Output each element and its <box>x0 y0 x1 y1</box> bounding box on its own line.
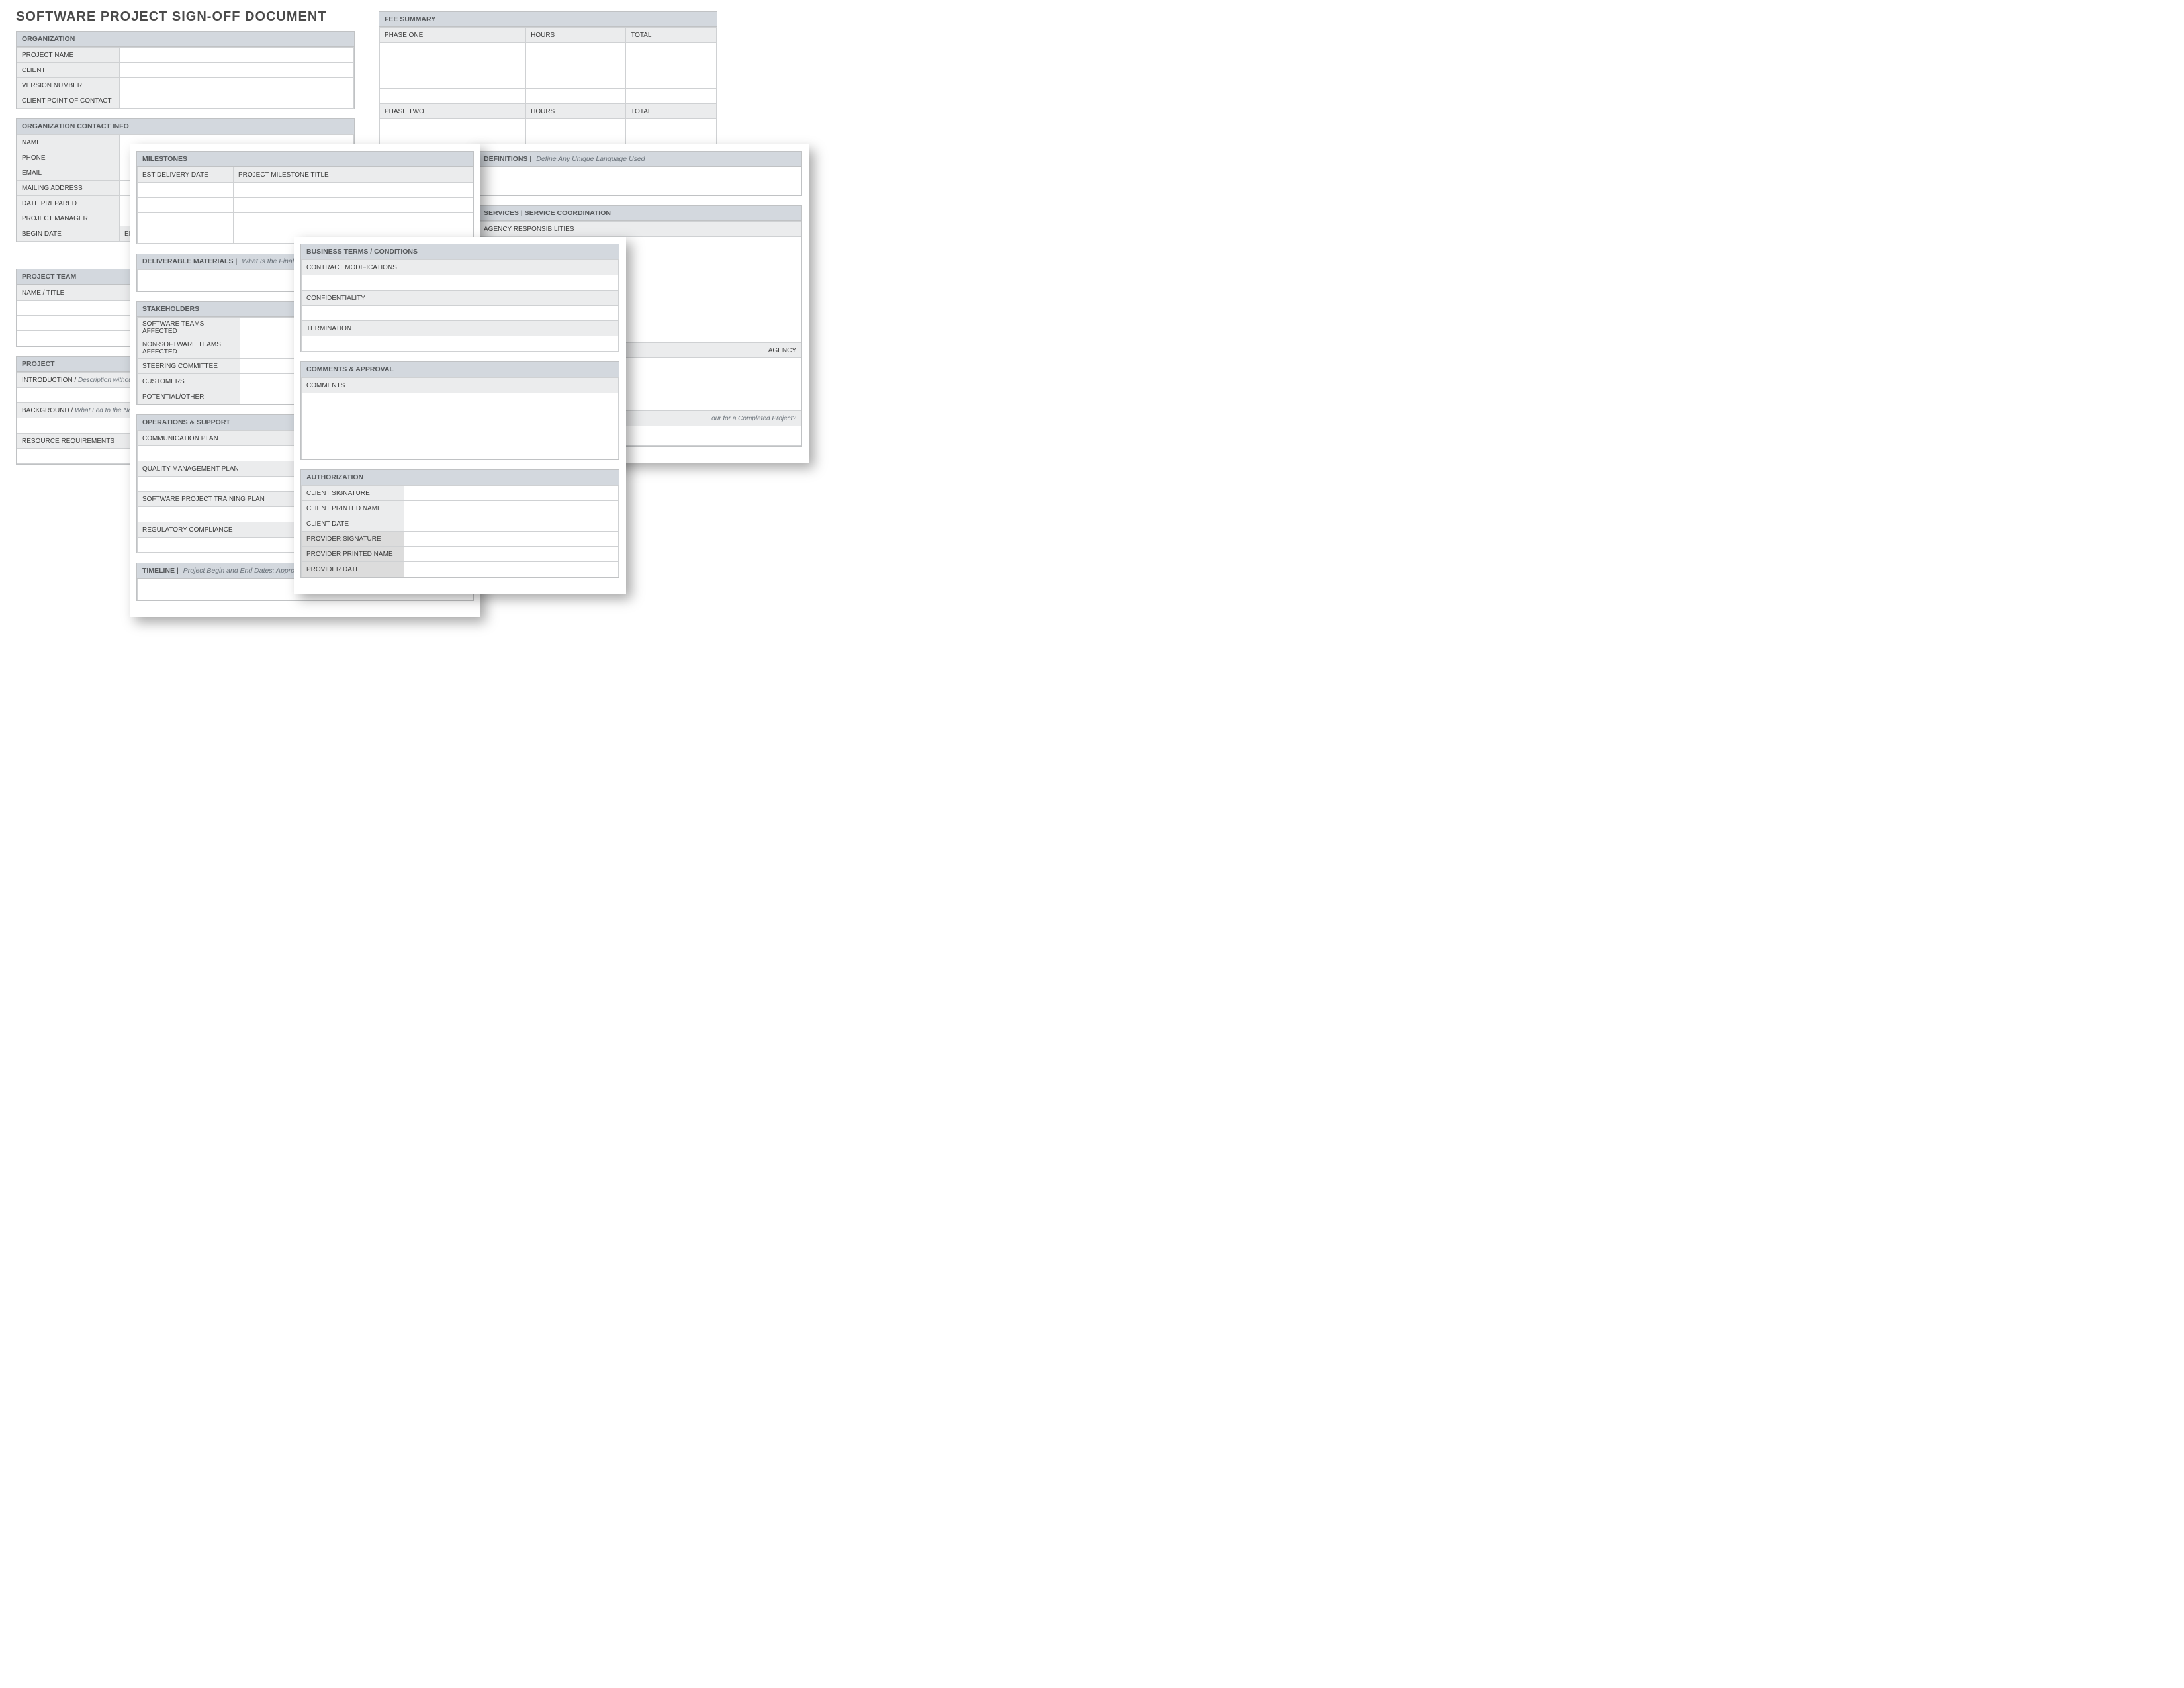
stake-row-4: POTENTIAL/OTHER <box>138 389 240 404</box>
row-client-poc: CLIENT POINT OF CONTACT <box>17 93 120 109</box>
fee-col-total2: TOTAL <box>626 104 717 119</box>
services-header: SERVICES | SERVICE COORDINATION <box>478 206 801 221</box>
fee-col-phase1: PHASE ONE <box>380 28 526 43</box>
document-stage: SOFTWARE PROJECT SIGN-OFF DOCUMENT ORGAN… <box>0 0 814 629</box>
organization-header: ORGANIZATION <box>17 32 354 47</box>
row-mailing: MAILING ADDRESS <box>17 181 120 196</box>
auth-row-4: PROVIDER PRINTED NAME <box>302 547 404 562</box>
milestone-col-date: EST DELIVERY DATE <box>138 167 234 183</box>
comments-label: COMMENTS <box>302 378 619 393</box>
comments-header: COMMENTS & APPROVAL <box>301 362 619 377</box>
stake-row-0: SOFTWARE TEAMS AFFECTED <box>138 318 240 338</box>
terms-row-2: TERMINATION <box>302 321 619 336</box>
row-phone: PHONE <box>17 150 120 165</box>
auth-header: AUTHORIZATION <box>301 470 619 485</box>
auth-row-0: CLIENT SIGNATURE <box>302 486 404 501</box>
row-version: VERSION NUMBER <box>17 78 120 93</box>
auth-section: AUTHORIZATION CLIENT SIGNATURE CLIENT PR… <box>300 469 619 578</box>
stake-row-3: CUSTOMERS <box>138 374 240 389</box>
terms-header: BUSINESS TERMS / CONDITIONS <box>301 244 619 259</box>
stake-row-1: NON-SOFTWARE TEAMS AFFECTED <box>138 338 240 359</box>
milestones-section: MILESTONES EST DELIVERY DATE PROJECT MIL… <box>136 151 474 244</box>
definitions-field[interactable] <box>479 167 801 195</box>
row-email: EMAIL <box>17 165 120 181</box>
page-4: BUSINESS TERMS / CONDITIONS CONTRACT MOD… <box>294 237 626 594</box>
contact-header: ORGANIZATION CONTACT INFO <box>17 119 354 134</box>
fee-col-hours1: HOURS <box>526 28 626 43</box>
comments-section: COMMENTS & APPROVAL COMMENTS <box>300 361 619 460</box>
auth-row-1: CLIENT PRINTED NAME <box>302 501 404 516</box>
field-client-poc[interactable] <box>120 93 354 109</box>
stake-row-2: STEERING COMMITTEE <box>138 359 240 374</box>
fee-section: FEE SUMMARY PHASE ONE HOURS TOTAL PHASE … <box>379 11 717 150</box>
row-date-prepared: DATE PREPARED <box>17 196 120 211</box>
terms-row-1: CONFIDENTIALITY <box>302 291 619 306</box>
row-pm: PROJECT MANAGER <box>17 211 120 226</box>
row-begin-date: BEGIN DATE <box>17 226 120 242</box>
auth-row-5: PROVIDER DATE <box>302 562 404 577</box>
field-client[interactable] <box>120 63 354 78</box>
terms-row-0: CONTRACT MODIFICATIONS <box>302 260 619 275</box>
milestone-col-title: PROJECT MILESTONE TITLE <box>234 167 473 183</box>
row-client: CLIENT <box>17 63 120 78</box>
field-version[interactable] <box>120 78 354 93</box>
row-name: NAME <box>17 135 120 150</box>
fee-header: FEE SUMMARY <box>379 12 717 27</box>
auth-row-2: CLIENT DATE <box>302 516 404 532</box>
organization-section: ORGANIZATION PROJECT NAME CLIENT VERSION… <box>16 31 355 109</box>
comments-field[interactable] <box>302 393 619 459</box>
agency-resp-label: AGENCY RESPONSIBILITIES <box>479 222 801 237</box>
field-project-name[interactable] <box>120 48 354 63</box>
definitions-header: DEFINITIONS | Define Any Unique Language… <box>478 152 801 167</box>
fee-col-total1: TOTAL <box>626 28 717 43</box>
fee-col-phase2: PHASE TWO <box>380 104 526 119</box>
definitions-section: DEFINITIONS | Define Any Unique Language… <box>478 151 802 196</box>
fee-col-hours2: HOURS <box>526 104 626 119</box>
terms-section: BUSINESS TERMS / CONDITIONS CONTRACT MOD… <box>300 244 619 352</box>
auth-row-3: PROVIDER SIGNATURE <box>302 532 404 547</box>
milestones-header: MILESTONES <box>137 152 473 167</box>
row-project-name: PROJECT NAME <box>17 48 120 63</box>
